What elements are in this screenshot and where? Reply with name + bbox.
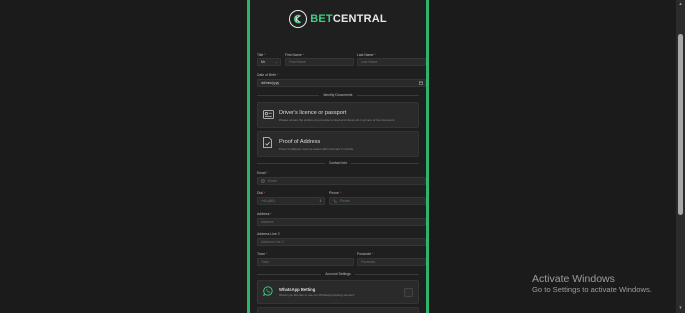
license-card-desc: Please ensure the picture you provide is… [279, 118, 396, 122]
watermark-subtitle: Go to Settings to activate Windows. [532, 285, 652, 294]
dial-label: Dial * [257, 191, 265, 195]
whatsapp-icon [263, 283, 273, 301]
address-card-desc: Proof of address must be dated within th… [279, 147, 354, 151]
chevron-down-icon: ⌄ [274, 60, 278, 64]
first-name-label: First Name * [285, 53, 304, 57]
postcode-input[interactable]: Postcode [357, 258, 426, 266]
email-input[interactable]: Email [257, 177, 426, 185]
scroll-up-arrow-icon[interactable]: ▴ [678, 2, 683, 7]
license-card-title: Driver's licence or passport [279, 110, 347, 116]
divider [354, 273, 420, 275]
license-upload-card[interactable]: Driver's licence or passport Please ensu… [257, 102, 419, 128]
phone-label-text: Phone [329, 191, 339, 195]
signup-form: BETCENTRAL Title * Mr ⌄ First Name * Firs… [254, 0, 426, 313]
required-mark: * [266, 171, 268, 175]
page-scrollbar[interactable]: ▴ ▾ [676, 0, 685, 313]
address-upload-card[interactable]: Proof of Address Proof of address must b… [257, 131, 419, 157]
brand-name: BETCENTRAL [310, 13, 387, 25]
required-mark: * [270, 212, 272, 216]
whatsapp-title: WhatsApp Betting [279, 287, 316, 292]
first-name-label-text: First Name [285, 53, 302, 57]
postcode-label: Postcode * [357, 252, 373, 256]
signup-panel: BETCENTRAL Title * Mr ⌄ First Name * Firs… [247, 0, 429, 313]
identity-section-header: Identity Documents [257, 93, 419, 97]
town-label-text: Town [257, 252, 265, 256]
calendar-icon[interactable] [419, 80, 423, 86]
required-mark: * [302, 53, 304, 57]
page: BETCENTRAL Title * Mr ⌄ First Name * Firs… [0, 0, 685, 313]
phone-label: Phone * [329, 191, 341, 195]
email-placeholder: Email [268, 179, 277, 183]
watermark-title: Activate Windows [532, 273, 615, 285]
last-name-input[interactable]: Last Name [357, 58, 426, 66]
next-setting-card[interactable] [257, 307, 419, 313]
phone-input[interactable]: Phone [329, 197, 426, 205]
last-name-label-text: Last Name [357, 53, 374, 57]
whatsapp-setting-card[interactable]: WhatsApp Betting Would you like like to … [257, 280, 419, 304]
account-section-header: Account Settings [257, 272, 420, 276]
brand-name-suffix: CENTRAL [332, 13, 387, 25]
title-label: Title * [257, 53, 266, 57]
title-label-text: Title [257, 53, 264, 57]
email-icon [261, 179, 265, 183]
address-label: Address * [257, 212, 272, 216]
required-mark: * [264, 53, 266, 57]
dial-select-value: +44 (UK) [261, 199, 275, 203]
dob-input-value: dd/mm/yyyy [261, 81, 280, 85]
contact-section-header: Contact Info [257, 161, 420, 165]
divider [257, 273, 322, 275]
last-name-label: Last Name * [357, 53, 376, 57]
dob-label-text: Date of Birth [257, 73, 276, 77]
logo-mark-icon [289, 10, 308, 28]
address-input[interactable]: Address [257, 218, 426, 226]
dial-label-text: Dial [257, 191, 263, 195]
phone-placeholder: Phone [340, 199, 350, 203]
chevron-updown-icon: ⇕ [318, 199, 322, 203]
whatsapp-checkbox[interactable] [404, 288, 413, 297]
address2-input[interactable]: Address Line 2 [257, 238, 426, 246]
required-mark: * [372, 252, 374, 256]
address2-label: Address Line 2 [257, 232, 280, 236]
dial-select[interactable]: +44 (UK) ⇕ [257, 197, 325, 205]
required-mark: * [339, 191, 342, 195]
divider [351, 162, 420, 164]
required-mark: * [276, 73, 279, 77]
divider [257, 162, 325, 164]
required-mark: * [265, 252, 268, 256]
address-label-text: Address [257, 212, 270, 216]
dob-label: Date of Birth * [257, 73, 278, 77]
town-input[interactable]: Town [257, 258, 354, 266]
divider [356, 94, 419, 96]
scrollbar-thumb[interactable] [678, 34, 683, 215]
dob-input[interactable]: dd/mm/yyyy [257, 79, 426, 87]
required-mark: * [263, 191, 266, 195]
document-icon [263, 135, 272, 153]
postcode-label-text: Postcode [357, 252, 372, 256]
address-card-title: Proof of Address [279, 139, 321, 145]
title-select-value: Mr [261, 60, 265, 64]
town-label: Town * [257, 252, 267, 256]
whatsapp-desc: Would you like like to use our WhatsApp … [279, 293, 355, 297]
phone-icon [333, 199, 337, 203]
brand-logo[interactable]: BETCENTRAL [254, 9, 422, 29]
brand-name-prefix: BET [310, 13, 333, 25]
first-name-input[interactable]: First Name [285, 58, 354, 66]
account-section-title: Account Settings [325, 272, 351, 276]
required-mark: * [374, 53, 376, 57]
email-label: Email * [257, 171, 268, 175]
contact-section-title: Contact Info [328, 161, 348, 165]
windows-activation-watermark: Activate Windows Go to Settings to activ… [532, 273, 652, 295]
divider [257, 94, 320, 96]
id-card-icon [263, 106, 274, 124]
email-label-text: Email [257, 171, 266, 175]
identity-section-title: Identity Documents [323, 93, 353, 97]
scroll-down-arrow-icon[interactable]: ▾ [678, 306, 683, 311]
title-select[interactable]: Mr ⌄ [257, 58, 281, 66]
